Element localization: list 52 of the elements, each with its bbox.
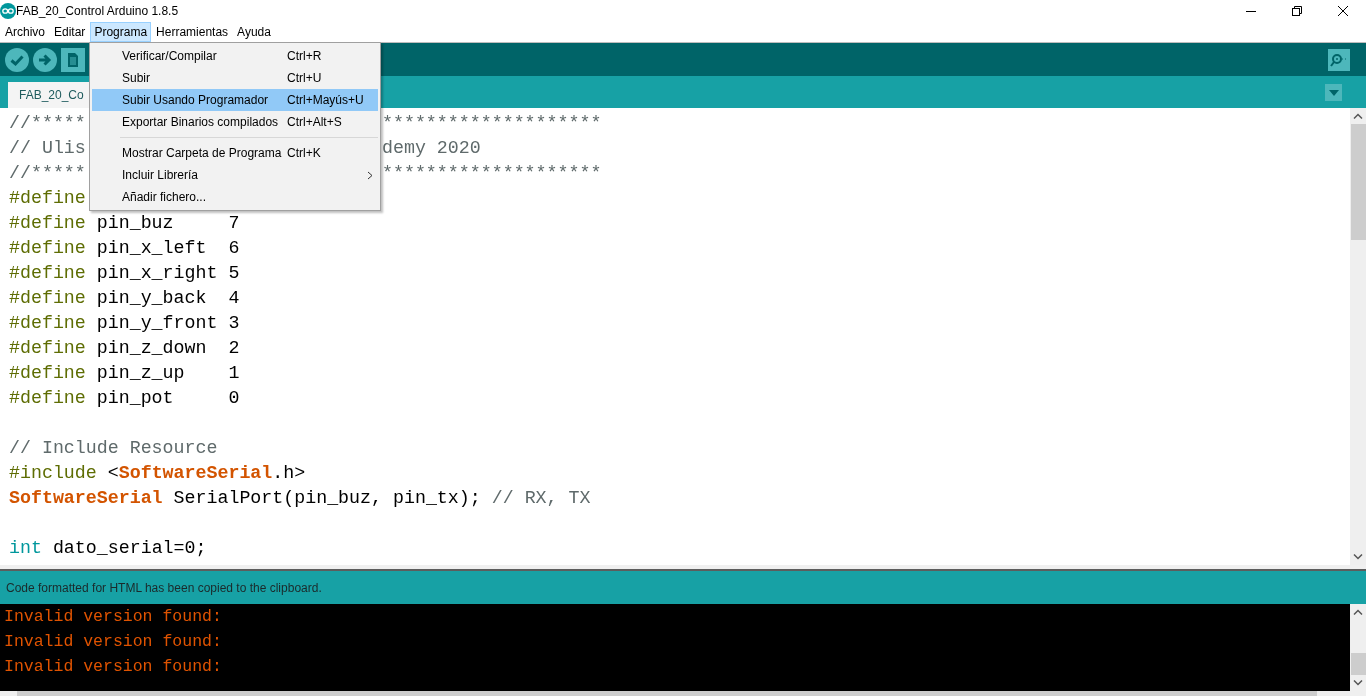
- scrollbar[interactable]: [1350, 108, 1366, 565]
- code-line: SoftwareSerial SerialPort(pin_buz, pin_tx); // RX, TX: [9, 487, 591, 510]
- new-file-button[interactable]: [61, 47, 85, 72]
- code-line: #define pin_z_down 2: [9, 337, 240, 360]
- close-icon: [1338, 6, 1348, 16]
- console-line: Invalid version found:: [4, 631, 223, 653]
- code-line: #define pin_z_up 1: [9, 362, 240, 385]
- code-line: //*****: [9, 163, 86, 183]
- menu-item[interactable]: Exportar Binarios compilados Ctrl+Alt+S: [92, 111, 378, 133]
- code-line: #define pin_x_left 6: [9, 237, 240, 260]
- console-line: Invalid version found:: [4, 606, 223, 628]
- menu-item[interactable]: Verificar/Compilar Ctrl+R: [92, 45, 378, 67]
- chevron-down-icon: [1353, 680, 1363, 686]
- code-line: #define pin_buz 7: [9, 212, 240, 235]
- minimize-icon: [1246, 10, 1256, 12]
- console-line: Invalid version found:: [4, 656, 223, 678]
- code-line: #define pin_y_back 4: [9, 287, 240, 310]
- code-line: #define: [9, 188, 86, 208]
- code-line: #define pin_pot 0: [9, 387, 240, 410]
- code-line: ********************: [382, 112, 602, 135]
- status-message: Code formatted for HTML has been copied to the clipboard.: [6, 580, 322, 595]
- code-line: demy 2020: [382, 137, 481, 160]
- code-line: #define pin_x_right 5: [9, 262, 240, 285]
- code-line: ********************: [382, 162, 602, 185]
- upload-button[interactable]: [33, 47, 57, 72]
- scrollbar-thumb[interactable]: [1350, 124, 1366, 240]
- chevron-up-icon: [1353, 113, 1363, 119]
- scrollbar-thumb[interactable]: [1350, 653, 1366, 675]
- code-line: #define pin_y_front 3: [9, 312, 240, 335]
- menu-bar-item[interactable]: Archivo: [1, 22, 49, 42]
- menu-item[interactable]: Incluir Librería: [92, 164, 378, 186]
- window-title: FAB_20_Control Arduino 1.8.5: [16, 4, 180, 18]
- chevron-up-icon: [1353, 609, 1363, 615]
- chevron-down-icon: [1353, 554, 1363, 560]
- menu-item[interactable]: Añadir fichero...: [92, 186, 378, 208]
- caret-down-icon: [1328, 89, 1339, 96]
- menu-bar-item[interactable]: Ayuda: [233, 22, 275, 42]
- menu-item[interactable]: Subir Usando Programador Ctrl+Mayús+U: [92, 89, 378, 111]
- code-line: //*****: [9, 113, 86, 133]
- code-line: // Include Resource: [9, 437, 218, 460]
- menu-item[interactable]: Mostrar Carpeta de Programa Ctrl+K: [92, 142, 378, 164]
- menu-bar-item[interactable]: Editar: [50, 22, 90, 42]
- menu-bar-item[interactable]: Programa: [90, 22, 152, 42]
- serial-monitor-button[interactable]: [1328, 48, 1350, 71]
- menu-bar-item[interactable]: Herramientas: [152, 22, 233, 42]
- code-line: #include <SoftwareSerial.h>: [9, 462, 306, 485]
- restore-icon: [1292, 6, 1302, 16]
- code-line: // Ulis: [9, 138, 86, 158]
- code-line: int dato_serial=0;: [9, 537, 207, 560]
- tab-menu-button[interactable]: [1325, 84, 1342, 101]
- scrollbar[interactable]: [1350, 604, 1366, 691]
- verify-button[interactable]: [5, 47, 29, 72]
